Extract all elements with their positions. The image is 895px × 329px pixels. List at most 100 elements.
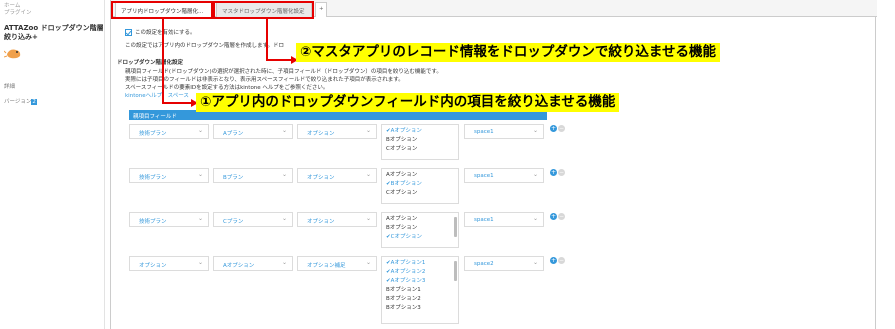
chevron-down-icon: ⌄ (281, 171, 287, 178)
option-label: Aオプション (390, 128, 422, 134)
remove-row-icon[interactable]: − (558, 169, 565, 176)
multiselect-option[interactable]: Cオプション (386, 145, 454, 154)
breadcrumb-home[interactable]: ホーム (4, 3, 32, 10)
child-field-select[interactable]: オプション ⌄ (297, 168, 377, 183)
child-field-select-value: オプション (307, 131, 335, 137)
space-field-select-value: space1 (474, 217, 494, 223)
multiselect-scrollbar[interactable] (454, 261, 457, 281)
callout-app-dropdown-feature: ①アプリ内のドロップダウンフィールド内の項目を絞り込ませる機能 (196, 93, 620, 112)
child-field-select[interactable]: オプション ⌄ (297, 124, 377, 139)
parent-value-select[interactable]: Aオプション ⌄ (213, 256, 293, 271)
parent-field-select[interactable]: 技術プラン ⌄ (129, 212, 209, 227)
child-items-multiselect[interactable]: Aオプション ✔Bオプション Cオプション (381, 168, 459, 204)
space-field-select-value: space1 (474, 129, 494, 135)
option-label: Aオプション2 (390, 269, 426, 275)
parent-field-select[interactable]: オプション ⌄ (129, 256, 209, 271)
add-row-icon[interactable]: + (550, 169, 557, 176)
option-label: Cオプション (390, 234, 422, 240)
multiselect-option[interactable]: Aオプション (386, 215, 454, 224)
highlight-box-tab2 (213, 1, 314, 19)
desc-line-3: スペースフィールドの要素IDを設定する方法はkintone ヘルプをご参照くださ… (125, 85, 329, 91)
parent-field-select-value: 技術プラン (139, 175, 167, 181)
chevron-down-icon: ⌄ (365, 171, 371, 178)
parent-field-select-value: オプション (139, 263, 167, 269)
detail-link[interactable]: 詳細 (4, 82, 15, 90)
option-label: Aオプション (386, 216, 418, 222)
option-label: Aオプション1 (390, 260, 426, 266)
table-row: オプション ⌄ Aオプション ⌄ オプション補足 ⌄ ✔Aオプション1 ✔Aオプション2 ✔Aオ… (129, 256, 565, 326)
multiselect-option[interactable]: ✔Aオプション (386, 127, 454, 136)
parent-field-select[interactable]: 技術プラン ⌄ (129, 168, 209, 183)
add-row-icon[interactable]: + (550, 125, 557, 132)
option-label: Bオプション3 (386, 305, 421, 311)
table-row: 技術プラン ⌄ Aプラン ⌄ オプション ⌄ ✔Aオプション Bオプション Cオプション spac… (129, 124, 565, 162)
enable-label: この設定を有効にする。 (135, 30, 196, 36)
chevron-down-icon: ⌄ (532, 171, 538, 178)
option-label: Bオプション (386, 137, 418, 143)
space-field-select[interactable]: space1 ⌄ (464, 212, 544, 227)
child-field-select[interactable]: オプション補足 ⌄ (297, 256, 377, 271)
connector-line-1-h (162, 102, 192, 104)
space-field-select[interactable]: space1 ⌄ (464, 168, 544, 183)
option-label: Bオプション2 (386, 296, 421, 302)
section-title: ドロップダウン階層化設定 (117, 60, 184, 66)
space-field-select-value: space1 (474, 173, 494, 179)
enable-description: この設定ではアプリ内のドロップダウン階層を作成します。ドロ (125, 43, 284, 49)
version-label: バージョン (4, 99, 32, 105)
parent-value-select[interactable]: Cプラン ⌄ (213, 212, 293, 227)
parent-value-select-value: Cプラン (223, 219, 244, 225)
option-label: Cオプション (386, 190, 418, 196)
sidebar: ホーム プラグイン ATTAZoo ドロップダウン階層絞り込み+ 詳細 バージョ… (0, 0, 105, 329)
multiselect-option[interactable]: Bオプション3 (386, 304, 454, 313)
multiselect-option[interactable]: Aオプション (386, 171, 454, 180)
multiselect-scrollbar[interactable] (454, 217, 457, 237)
child-items-multiselect[interactable]: ✔Aオプション Bオプション Cオプション (381, 124, 459, 160)
multiselect-option[interactable]: ✔Aオプション1 (386, 259, 454, 268)
chevron-down-icon: ⌄ (532, 127, 538, 134)
multiselect-option[interactable]: ✔Aオプション3 (386, 277, 454, 286)
tab-add-button[interactable]: + (315, 2, 327, 17)
callout-master-app-feature: ②マスタアプリのレコード情報をドロップダウンで絞り込ませる機能 (296, 43, 721, 62)
chevron-down-icon: ⌄ (197, 215, 203, 222)
add-row-icon[interactable]: + (550, 213, 557, 220)
multiselect-option[interactable]: Bオプション (386, 136, 454, 145)
child-field-select-value: オプション補足 (307, 263, 346, 269)
version-info: バージョン2 (4, 97, 37, 105)
space-field-select[interactable]: space1 ⌄ (464, 124, 544, 139)
space-field-select[interactable]: space2 ⌄ (464, 256, 544, 271)
remove-row-icon[interactable]: − (558, 125, 565, 132)
remove-row-icon[interactable]: − (558, 213, 565, 220)
breadcrumb-plugin[interactable]: プラグイン (4, 10, 32, 17)
multiselect-option[interactable]: Cオプション (386, 189, 454, 198)
parent-field-select-value: 技術プラン (139, 219, 167, 225)
parent-value-select[interactable]: Aプラン ⌄ (213, 124, 293, 139)
connector-line-1-v (162, 19, 164, 103)
chevron-down-icon: ⌄ (281, 215, 287, 222)
table-row: 技術プラン ⌄ Bプラン ⌄ オプション ⌄ Aオプション ✔Bオプション Cオプション spac… (129, 168, 565, 206)
multiselect-option[interactable]: ✔Aオプション2 (386, 268, 454, 277)
multiselect-option[interactable]: Bオプション (386, 224, 454, 233)
parent-value-select[interactable]: Bプラン ⌄ (213, 168, 293, 183)
table-row: 技術プラン ⌄ Cプラン ⌄ オプション ⌄ Aオプション Bオプション ✔Cオプション spac… (129, 212, 565, 250)
option-label: Bオプション (390, 181, 422, 187)
enable-checkbox[interactable] (125, 29, 132, 36)
parent-value-select-value: Aオプション (223, 263, 255, 269)
multiselect-option[interactable]: ✔Bオプション (386, 180, 454, 189)
multiselect-option[interactable]: Bオプション1 (386, 286, 454, 295)
chevron-down-icon: ⌄ (532, 259, 538, 266)
plugin-logo-icon (4, 49, 21, 59)
space-field-select-value: space2 (474, 261, 494, 267)
parent-field-select-value: 技術プラン (139, 131, 167, 137)
multiselect-option[interactable]: Bオプション2 (386, 295, 454, 304)
chevron-down-icon: ⌄ (365, 127, 371, 134)
child-field-select[interactable]: オプション ⌄ (297, 212, 377, 227)
highlight-box-tab1 (111, 1, 213, 19)
child-items-multiselect[interactable]: Aオプション Bオプション ✔Cオプション (381, 212, 459, 248)
enable-checkbox-row[interactable]: この設定を有効にする。 (125, 28, 196, 36)
remove-row-icon[interactable]: − (558, 257, 565, 264)
child-items-multiselect[interactable]: ✔Aオプション1 ✔Aオプション2 ✔Aオプション3 Bオプション1 Bオプション2 Bオ… (381, 256, 459, 324)
add-row-icon[interactable]: + (550, 257, 557, 264)
multiselect-option[interactable]: ✔Cオプション (386, 233, 454, 242)
parent-field-select[interactable]: 技術プラン ⌄ (129, 124, 209, 139)
option-label: Cオプション (386, 146, 418, 152)
